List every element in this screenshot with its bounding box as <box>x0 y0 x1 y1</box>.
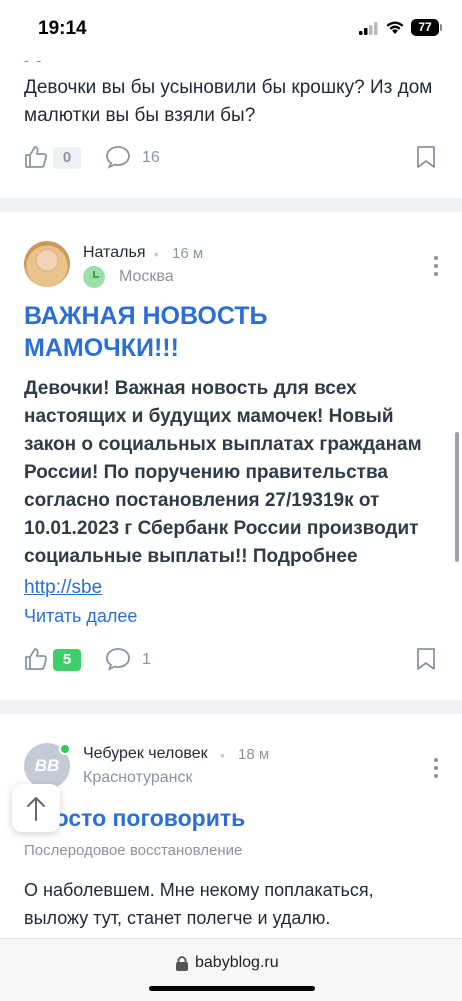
url-text[interactable]: babyblog.ru <box>195 954 279 972</box>
post-text: Девочки вы бы усыновили бы крошку? Из до… <box>24 77 433 126</box>
post-actions: 0 16 <box>0 145 462 175</box>
post-category[interactable]: Послеродовое восстановление <box>24 842 242 859</box>
post-time: 16 м <box>172 245 204 262</box>
author-name[interactable]: Чебурек человек <box>83 745 208 763</box>
arrow-up-icon <box>27 797 45 821</box>
home-indicator[interactable] <box>149 986 315 991</box>
status-bar: 19:14 77 <box>0 0 462 60</box>
post-title[interactable]: ВАЖНАЯ НОВОСТЬ МАМОЧКИ!!! <box>24 300 324 364</box>
battery-indicator: 77 <box>411 19 439 36</box>
like-count: 5 <box>53 649 81 671</box>
clock-icon <box>83 266 105 288</box>
read-more-link[interactable]: Читать далее <box>24 606 137 627</box>
comment-count: 1 <box>142 651 151 668</box>
bookmark-icon[interactable] <box>415 145 437 169</box>
more-icon[interactable] <box>430 256 442 280</box>
post-card[interactable]: BB Чебурек человек • 18 м Краснотуранск … <box>0 714 462 954</box>
bookmark-icon[interactable] <box>415 647 437 671</box>
location: Москва <box>119 268 174 285</box>
separator-dot: • <box>154 246 159 262</box>
like-icon[interactable] <box>24 647 48 671</box>
post-actions: 5 1 <box>0 647 462 677</box>
status-time: 19:14 <box>38 18 87 39</box>
scrollbar[interactable] <box>455 432 459 562</box>
post-body: О наболевшем. Мне некому поплакаться, вы… <box>24 880 374 928</box>
online-indicator <box>59 743 71 755</box>
divider: - - <box>24 52 44 68</box>
post-time: 18 м <box>238 746 270 763</box>
separator-dot: • <box>220 747 225 763</box>
scroll-top-button[interactable] <box>12 784 60 832</box>
wifi-icon <box>386 21 404 34</box>
more-icon[interactable] <box>430 758 442 782</box>
like-count: 0 <box>53 147 81 169</box>
comment-count: 16 <box>142 149 160 166</box>
post-link[interactable]: http://sbe <box>24 577 102 599</box>
avatar[interactable] <box>24 241 70 287</box>
battery-tip <box>440 24 442 31</box>
comment-icon[interactable] <box>105 145 131 169</box>
location: Краснотуранск <box>83 769 193 786</box>
post-body: Девочки! Важная новость для всех настоящ… <box>24 378 422 567</box>
author-name[interactable]: Наталья <box>83 244 145 262</box>
comment-icon[interactable] <box>105 647 131 671</box>
signal-icon <box>359 22 378 35</box>
browser-address-bar[interactable]: babyblog.ru <box>0 938 462 1001</box>
lock-icon <box>176 956 188 971</box>
post-card[interactable]: Наталья • 16 м Москва ВАЖНАЯ НОВОСТЬ МАМ… <box>0 212 462 700</box>
post-card[interactable]: - - Девочки вы бы усыновили бы крошку? И… <box>0 52 462 198</box>
like-icon[interactable] <box>24 145 48 169</box>
